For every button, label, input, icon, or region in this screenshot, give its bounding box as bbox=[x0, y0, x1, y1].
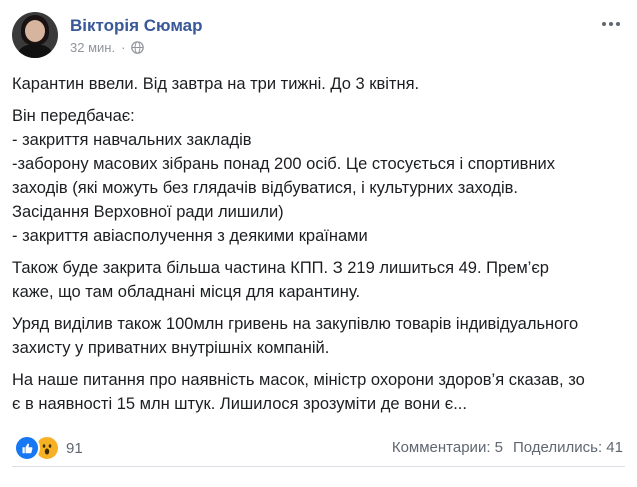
like-reaction-icon bbox=[14, 435, 40, 461]
avatar-body bbox=[18, 44, 52, 58]
post-header: Вікторія Сюмар 32 мин. · bbox=[12, 12, 625, 62]
comments-count[interactable]: Комментарии: 5 bbox=[392, 439, 503, 456]
post-line: є в наявності 15 млн штук. Лишилося зроз… bbox=[12, 395, 467, 413]
globe-icon[interactable] bbox=[131, 41, 145, 54]
post-line: Він передбачає: bbox=[12, 107, 135, 125]
post-line: каже, що там обладнані місця для каранти… bbox=[12, 283, 361, 301]
post-time[interactable]: 32 мин. bbox=[70, 40, 115, 55]
post-line: заходів (які можуть без глядачів відбува… bbox=[12, 179, 519, 197]
post-paragraph: Також буде закрита більша частина КПП. З… bbox=[12, 256, 624, 304]
post-line: Також буде закрита більша частина КПП. З… bbox=[12, 259, 549, 277]
post-line: - закриття авіасполучення з деякими краї… bbox=[12, 227, 368, 245]
post-meta: 32 мин. · bbox=[70, 40, 145, 55]
reaction-count: 91 bbox=[66, 439, 83, 457]
post-footer: 91 Комментарии: 5 Поделились: 41 bbox=[12, 430, 625, 467]
post-line: - закриття навчальних закладів bbox=[12, 131, 252, 149]
post-stats: Комментарии: 5 Поделились: 41 bbox=[392, 439, 623, 456]
more-options-icon[interactable] bbox=[599, 16, 623, 32]
post-text: Карантин ввели. Від завтра на три тижні.… bbox=[12, 72, 624, 424]
post-paragraph: На наше питання про наявність масок, мін… bbox=[12, 368, 624, 416]
post-paragraph: Уряд виділив також 100млн гривень на зак… bbox=[12, 312, 624, 360]
post-line: захисту у приватних внутрішніх компаній. bbox=[12, 339, 330, 357]
post-line: На наше питання про наявність масок, мін… bbox=[12, 371, 585, 389]
post-line: Карантин ввели. Від завтра на три тижні.… bbox=[12, 75, 420, 93]
author-name[interactable]: Вікторія Сюмар bbox=[70, 16, 203, 36]
avatar-face bbox=[25, 20, 45, 42]
shares-count[interactable]: Поделились: 41 bbox=[513, 439, 623, 456]
avatar[interactable] bbox=[12, 12, 58, 58]
post-paragraph: Карантин ввели. Від завтра на три тижні.… bbox=[12, 72, 624, 96]
post-line: -заборону масових зібрань понад 200 осіб… bbox=[12, 155, 556, 173]
reactions-summary[interactable]: 91 bbox=[14, 435, 83, 461]
post-line: Уряд виділив також 100млн гривень на зак… bbox=[12, 315, 579, 333]
post-line: Засідання Верховної ради лишили) bbox=[12, 203, 284, 221]
facebook-post: Вікторія Сюмар 32 мин. · Карантин ввели.… bbox=[0, 0, 637, 487]
post-paragraph: Він передбачає: - закриття навчальних зак… bbox=[12, 104, 624, 248]
